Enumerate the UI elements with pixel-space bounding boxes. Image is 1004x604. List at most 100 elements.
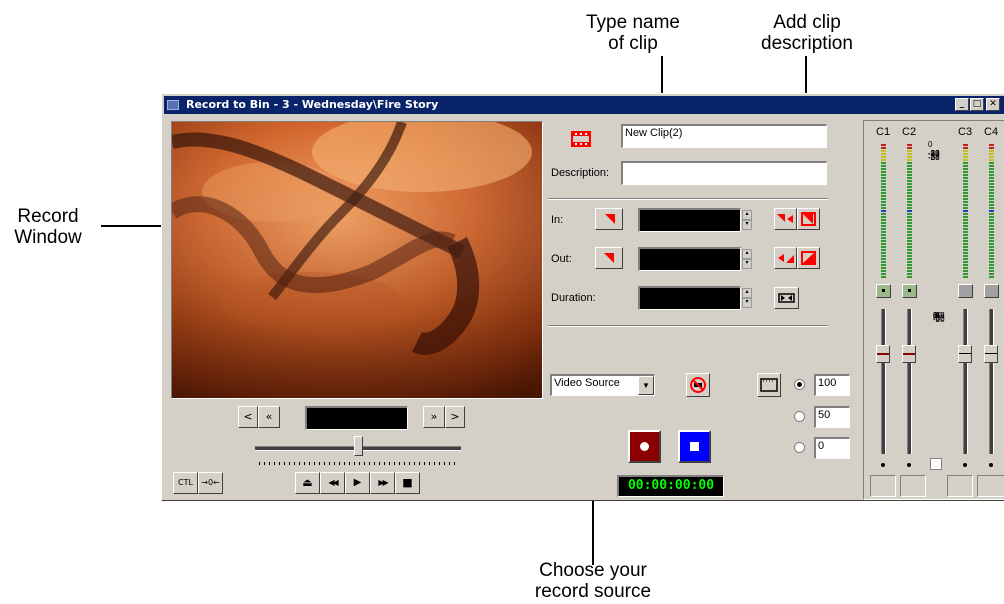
resolution-icon-button[interactable] [757,373,781,397]
res-radio-50[interactable] [794,411,805,422]
go-to-in-button[interactable] [774,208,797,230]
solo-button-c2[interactable] [902,284,917,298]
meter-segment [907,180,912,182]
meter-segment [907,225,912,227]
meter-segment [963,165,968,167]
res-value-50[interactable]: 50 [814,406,850,428]
duration-label: Duration: [551,292,596,304]
mark-in-button[interactable] [595,208,623,230]
meter-segment [881,192,886,194]
fader-knob-c1[interactable] [876,345,890,363]
clear-out-button[interactable] [797,247,820,269]
callout-record-window: Record Window [14,206,82,248]
fast-forward-button[interactable]: » [423,406,445,428]
meter-segment [881,267,886,269]
maximize-button[interactable]: □ [970,98,984,111]
out-spinner[interactable]: ▴ ▾ [742,249,752,269]
channel-label-c4: C4 [984,126,999,138]
separator-top [548,198,828,200]
meter-segment [963,267,968,269]
step-back-button[interactable]: < [238,406,258,428]
meter-segment [881,249,886,251]
meter-segment [963,258,968,260]
offset-button[interactable]: →0← [198,472,223,494]
mark-out-button[interactable] [595,247,623,269]
eject-button[interactable]: ⏏ [295,472,320,494]
clear-in-button[interactable] [797,208,820,230]
channel-output-c2[interactable] [900,475,926,497]
chevron-down-icon[interactable]: ▼ [638,376,654,395]
video-source-select[interactable]: Video Source ▼ [550,374,655,396]
res-value-100[interactable]: 100 [814,374,850,396]
meter-segment [989,177,994,179]
meter-segment [907,165,912,167]
meter-segment [907,198,912,200]
fast-forward-play-button[interactable]: ▶▶ [370,472,395,494]
link-checkbox[interactable] [930,458,942,470]
meter-segment [989,192,994,194]
res-radio-0[interactable] [794,442,805,453]
fader-knob-c2[interactable] [902,345,916,363]
meter-segment [963,228,968,230]
fader-track-c2[interactable] [907,309,912,454]
meter-segment [881,150,886,152]
stop-record-button[interactable] [678,430,711,463]
meter-segment [963,237,968,239]
meter-segment [989,159,994,161]
stop-button[interactable]: ■ [395,472,420,494]
title-bar[interactable]: Record to Bin - 3 - Wednesday\Fire Story… [164,96,1004,114]
clip-name-input[interactable]: New Clip(2) [621,124,827,148]
ctl-button[interactable]: CTL [173,472,198,494]
fader-track-c3[interactable] [963,309,968,454]
meter-segment [881,210,886,212]
meter-segment [907,234,912,236]
minimize-button[interactable]: _ [955,98,969,111]
meter-segment [907,222,912,224]
solo-button-c1[interactable] [876,284,891,298]
meter-segment [989,150,994,152]
meter-segment [989,156,994,158]
go-to-out-button[interactable] [774,247,797,269]
record-button[interactable] [628,430,661,463]
solo-button-c4[interactable] [984,284,999,298]
position-slider-knob[interactable] [354,436,363,456]
clear-marks-button[interactable] [774,287,799,309]
rewind-button[interactable]: ◀◀ [320,472,345,494]
channel-output-c1[interactable] [870,475,896,497]
in-timecode-field[interactable] [638,208,741,232]
meter-segment [989,186,994,188]
meter-segment [881,228,886,230]
res-value-0[interactable]: 0 [814,437,850,459]
meter-segment [963,168,968,170]
close-button[interactable]: ✕ [986,98,1000,111]
duration-timecode-field[interactable] [638,286,741,310]
meter-segment [989,276,994,278]
meter-segment [989,189,994,191]
solo-button-c3[interactable] [958,284,973,298]
play-button[interactable]: ▶ [345,472,370,494]
duration-spinner[interactable]: ▴ ▾ [742,288,752,308]
fast-back-button[interactable]: « [258,406,280,428]
fader-knob-c3[interactable] [958,345,972,363]
meter-segment [989,174,994,176]
meter-segment [989,168,994,170]
meter-segment [881,183,886,185]
fader-track-c4[interactable] [989,309,994,454]
meter-segment [963,222,968,224]
meter-segment [989,195,994,197]
fader-track-c1[interactable] [881,309,886,454]
meter-segment [963,198,968,200]
in-label: In: [551,214,564,226]
step-forward-button[interactable]: > [445,406,465,428]
fader-knob-c4[interactable] [984,345,998,363]
meter-segment [907,144,912,146]
meter-segment [989,165,994,167]
meter-segment [963,150,968,152]
in-spinner[interactable]: ▴ ▾ [742,210,752,230]
out-timecode-field[interactable] [638,247,741,271]
channel-output-c3[interactable] [947,475,973,497]
channel-output-c4[interactable] [977,475,1004,497]
no-source-button[interactable] [686,373,710,397]
res-radio-100[interactable] [794,379,805,390]
description-input[interactable] [621,161,827,185]
